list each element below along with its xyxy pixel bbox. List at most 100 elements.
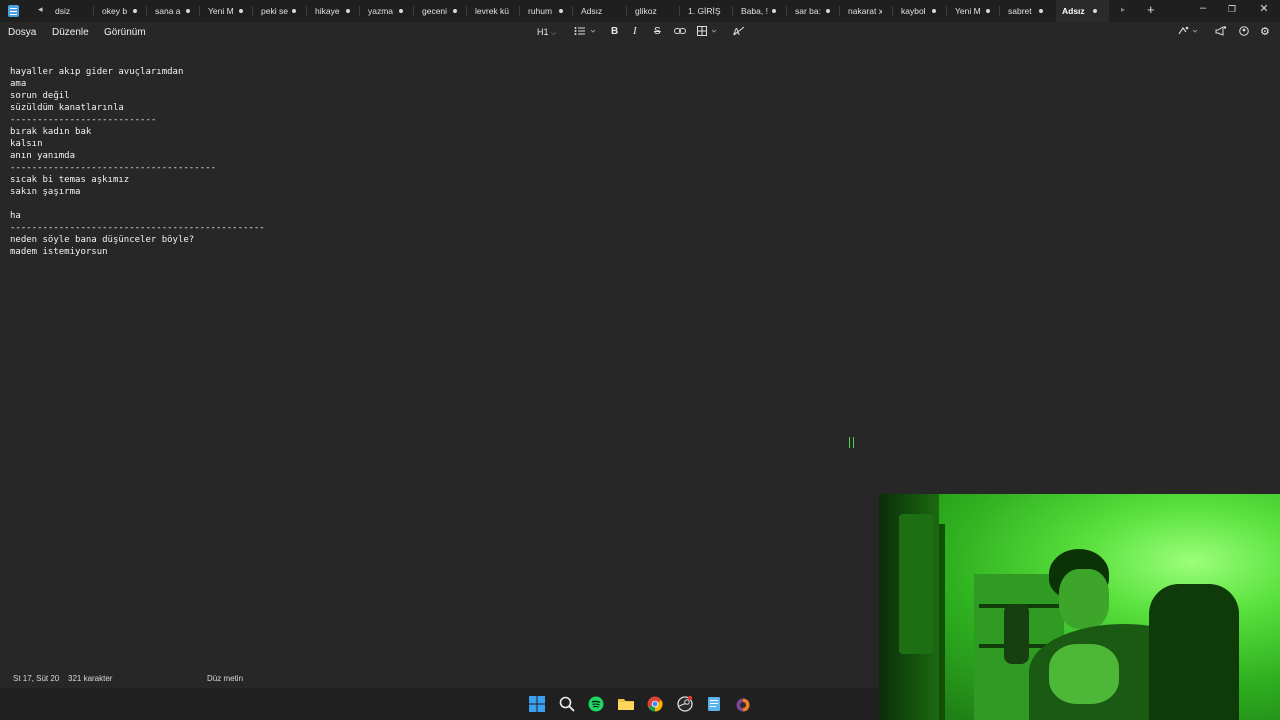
notifications-button[interactable] xyxy=(1215,26,1227,36)
tab-item[interactable]: glikoz xyxy=(635,0,669,22)
tab-modified-dot-icon[interactable] xyxy=(346,9,350,13)
list-dropdown[interactable] xyxy=(574,26,596,36)
tab-label: sar ba: xyxy=(795,6,821,16)
file-explorer-icon[interactable] xyxy=(618,696,634,712)
tor-icon[interactable] xyxy=(735,696,751,712)
link-button[interactable] xyxy=(674,26,686,36)
tab-label: Adsız xyxy=(581,6,603,16)
italic-icon: I xyxy=(633,25,637,37)
clear-format-button[interactable]: A xyxy=(733,26,745,36)
megaphone-icon xyxy=(1215,26,1227,36)
cursor-position: St 17, Süt 20 xyxy=(13,674,60,683)
gear-icon: ⚙ xyxy=(1260,26,1270,38)
close-button[interactable]: ✕ xyxy=(1254,2,1274,15)
tab-modified-dot-icon[interactable] xyxy=(133,9,137,13)
tab-separator xyxy=(306,6,307,16)
tab-item[interactable]: sar ba: xyxy=(795,0,829,22)
spotify-icon[interactable] xyxy=(588,696,604,712)
tab-separator xyxy=(252,6,253,16)
editor-line: hayaller akıp gider avuçlarımdan xyxy=(10,67,184,77)
tab-item[interactable]: yazma xyxy=(368,0,402,22)
tab-item[interactable]: Yeni M xyxy=(208,0,242,22)
tab-separator xyxy=(146,6,147,16)
tab-modified-dot-icon[interactable] xyxy=(453,9,457,13)
tab-modified-dot-icon[interactable] xyxy=(772,9,776,13)
tab-modified-dot-icon[interactable] xyxy=(932,9,936,13)
character-count: 321 karakter xyxy=(68,674,113,683)
menu-edit[interactable]: Düzenle xyxy=(52,27,89,38)
heading-dropdown[interactable]: H1 ⌵ xyxy=(537,27,556,38)
tab-label: geceni xyxy=(422,6,448,16)
menu-bar: Dosya Düzenle Görünüm xyxy=(0,22,1280,44)
bold-button[interactable]: B xyxy=(611,26,618,37)
strikethrough-icon: S xyxy=(654,26,661,37)
tab-modified-dot-icon[interactable] xyxy=(986,9,990,13)
tab-label: ruhum xyxy=(528,6,553,16)
tab-modified-dot-icon[interactable] xyxy=(399,9,403,13)
tab-modified-dot-icon[interactable] xyxy=(1093,9,1097,13)
search-icon[interactable] xyxy=(559,696,575,712)
chrome-icon[interactable] xyxy=(647,696,663,712)
tab-item[interactable]: levrek külbas xyxy=(475,0,509,22)
tab-modified-dot-icon[interactable] xyxy=(1039,9,1043,13)
table-dropdown[interactable] xyxy=(697,26,721,36)
text-cursor-icon xyxy=(849,437,854,448)
minimize-button[interactable]: – xyxy=(1193,2,1213,14)
tab-item[interactable]: dsiz xyxy=(55,0,89,22)
heading-label: H1 xyxy=(537,27,549,37)
tab-label: levrek külbas xyxy=(475,6,509,16)
tab-item[interactable]: Baba, ! xyxy=(741,0,775,22)
italic-button[interactable]: I xyxy=(633,25,637,37)
editor-line: bırak kadın bak xyxy=(10,127,92,137)
settings-button[interactable]: ⚙ xyxy=(1260,25,1270,38)
tab-modified-dot-icon[interactable] xyxy=(239,9,243,13)
tab-item[interactable]: kaybol xyxy=(901,0,935,22)
editor-text[interactable]: hayaller akıp gider avuçlarımdan ama sorun… xyxy=(10,66,265,258)
tab-scroll-left-icon[interactable]: ◂ xyxy=(38,4,43,15)
tab-item[interactable]: geceni xyxy=(422,0,456,22)
tab-separator xyxy=(572,6,573,16)
tab-item[interactable]: Adsız xyxy=(1056,0,1109,22)
tab-scroll-right-icon[interactable]: ▸ xyxy=(1121,5,1125,14)
editor-line: ha xyxy=(10,211,21,221)
tab-separator xyxy=(626,6,627,16)
tab-label: 1. GİRİŞ VE P xyxy=(688,6,722,16)
tab-item[interactable]: peki se xyxy=(261,0,295,22)
editor-line: süzüldüm kanatlarınla xyxy=(10,103,124,113)
maximize-button[interactable]: ❐ xyxy=(1222,4,1242,15)
account-button[interactable] xyxy=(1239,26,1249,36)
tab-separator xyxy=(359,6,360,16)
tab-modified-dot-icon[interactable] xyxy=(826,9,830,13)
menu-view[interactable]: Görünüm xyxy=(104,27,146,38)
windows-start-icon[interactable] xyxy=(529,696,545,712)
strikethrough-button[interactable]: S xyxy=(654,26,661,37)
notepad-icon[interactable] xyxy=(706,696,722,712)
tab-item[interactable]: sabret xyxy=(1008,0,1042,22)
editor-line: sorun değil xyxy=(10,91,70,101)
tab-modified-dot-icon[interactable] xyxy=(186,9,190,13)
editor-line: anın yanımda xyxy=(10,151,76,161)
webcam-overlay xyxy=(879,494,1280,720)
tab-item[interactable]: okey b xyxy=(102,0,136,22)
menu-file[interactable]: Dosya xyxy=(8,27,36,38)
new-tab-button[interactable]: + xyxy=(1147,2,1155,17)
tab-item[interactable]: hikaye xyxy=(315,0,349,22)
tab-separator xyxy=(732,6,733,16)
tab-separator xyxy=(93,6,94,16)
tab-item[interactable]: Yeni M xyxy=(955,0,989,22)
steam-icon[interactable] xyxy=(677,695,693,712)
tab-modified-dot-icon[interactable] xyxy=(292,9,296,13)
tab-item[interactable]: ruhum xyxy=(528,0,562,22)
tab-item[interactable]: nakarat x2.tx xyxy=(848,0,882,22)
editor-line: --------------------------- xyxy=(10,115,157,125)
tab-item[interactable]: 1. GİRİŞ VE P xyxy=(688,0,722,22)
tab-item[interactable]: sana a xyxy=(155,0,189,22)
tab-label: yazma xyxy=(368,6,394,16)
copilot-dropdown[interactable] xyxy=(1177,26,1201,36)
list-icon xyxy=(574,27,596,35)
tab-separator xyxy=(199,6,200,16)
tab-modified-dot-icon[interactable] xyxy=(559,9,563,13)
text-format[interactable]: Düz metin xyxy=(207,674,243,683)
tab-item[interactable]: Adsız xyxy=(581,0,615,22)
editor-line: sıcak bi temas aşkımız xyxy=(10,175,130,185)
